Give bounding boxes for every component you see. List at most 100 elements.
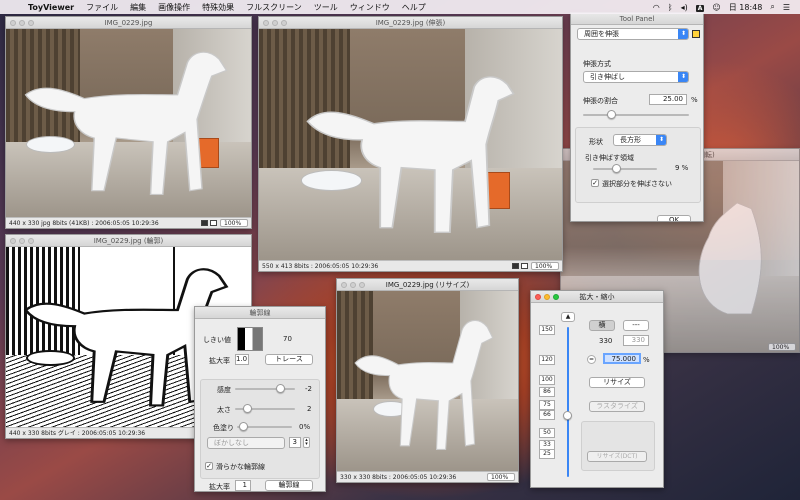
- notification-icon[interactable]: ☰: [779, 3, 794, 12]
- sensitivity-knob[interactable]: [275, 384, 285, 393]
- scale-preset-25[interactable]: 25: [539, 449, 555, 459]
- dct-resize-button[interactable]: リサイズ(DCT): [587, 451, 647, 462]
- zoom-select[interactable]: 100%: [768, 343, 796, 351]
- blur-stepper[interactable]: ▴ ▾: [303, 437, 310, 448]
- close-icon[interactable]: [263, 20, 269, 26]
- menu-image[interactable]: 画像操作: [152, 2, 196, 13]
- minimize-icon[interactable]: [19, 20, 25, 26]
- width-toggle[interactable]: 横: [589, 320, 615, 331]
- window-title[interactable]: IMG_0229.jpg: [6, 17, 251, 29]
- zoom-icon[interactable]: [28, 238, 34, 244]
- search-icon[interactable]: ⌕: [766, 2, 778, 12]
- window-controls[interactable]: [341, 282, 365, 288]
- window-controls[interactable]: [263, 20, 287, 26]
- info-icon[interactable]: [201, 220, 208, 226]
- menu-tools[interactable]: ツール: [308, 2, 344, 13]
- zoom-icon[interactable]: [28, 20, 34, 26]
- menu-fullscreen[interactable]: フルスクリーン: [240, 2, 308, 13]
- blur-popup[interactable]: ぼかしなし: [207, 437, 285, 449]
- window-title[interactable]: IMG_0229.jpg (輪郭): [6, 235, 251, 247]
- equal-button[interactable]: =: [587, 355, 596, 364]
- ok-button[interactable]: OK: [657, 215, 691, 221]
- menu-help[interactable]: ヘルプ: [396, 2, 432, 13]
- outline-button[interactable]: 輪郭線: [265, 480, 313, 491]
- window-title[interactable]: IMG_0229.jpg (リサイズ): [337, 279, 518, 291]
- zoom-select[interactable]: 100%: [220, 219, 248, 227]
- panel-title[interactable]: Tool Panel: [571, 13, 703, 25]
- area-slider[interactable]: [593, 164, 657, 173]
- minimize-icon[interactable]: [350, 282, 356, 288]
- scale-preset-75[interactable]: 75: [539, 400, 555, 410]
- zoom-icon[interactable]: [359, 282, 365, 288]
- close-icon[interactable]: [10, 238, 16, 244]
- window-stretched[interactable]: IMG_0229.jpg (伸張) 550 x 413 8bits : 2006…: [258, 16, 563, 272]
- window-title[interactable]: IMG_0229.jpg (伸張): [259, 17, 562, 29]
- thickness-knob[interactable]: [242, 404, 252, 413]
- resize-button[interactable]: リサイズ: [589, 377, 645, 388]
- ime-indicator[interactable]: A: [692, 3, 709, 12]
- menu-edit[interactable]: 編集: [124, 2, 152, 13]
- ratio-slider[interactable]: [583, 110, 689, 119]
- shape-popup[interactable]: 長方形 ⬍: [613, 134, 667, 146]
- panel-title[interactable]: 輪郭線: [195, 307, 325, 319]
- scale-preset-86[interactable]: 86: [539, 387, 555, 397]
- ratio-field[interactable]: 25.00: [649, 94, 687, 105]
- rasterize-button[interactable]: ラスタライズ: [589, 401, 645, 412]
- panel-edge[interactable]: 輪郭線 しきい値 70 拡大率 1.0 トレース 感度 -2 太さ 2 色塗り …: [194, 306, 326, 492]
- user-icon[interactable]: ☺: [708, 3, 724, 12]
- bluetooth-icon[interactable]: ᛒ: [664, 3, 677, 12]
- page-icon[interactable]: [210, 220, 217, 226]
- minimize-icon[interactable]: [544, 294, 550, 300]
- keep-selection-checkbox[interactable]: ✓: [591, 179, 599, 187]
- blur-field[interactable]: 3: [289, 437, 301, 448]
- minimize-icon[interactable]: [272, 20, 278, 26]
- ratio-knob[interactable]: [607, 110, 617, 119]
- panel-title[interactable]: 拡大・縮小: [531, 291, 663, 303]
- tool-icon[interactable]: [692, 30, 700, 38]
- ratio-field[interactable]: 75.000: [603, 353, 641, 364]
- volume-icon[interactable]: ◂): [677, 3, 692, 12]
- zoom2-field[interactable]: 1: [235, 480, 251, 491]
- window-original[interactable]: IMG_0229.jpg 440 x 330 jpg 8bits (41KB) …: [5, 16, 252, 229]
- scale-knob[interactable]: [563, 411, 572, 420]
- mode-popup[interactable]: 周囲を伸張 ⬍: [577, 28, 689, 40]
- wifi-icon[interactable]: ◠: [649, 3, 664, 12]
- height-toggle[interactable]: ---: [623, 320, 649, 331]
- info-icon[interactable]: [512, 263, 519, 269]
- scale-preset-150[interactable]: 150: [539, 325, 555, 335]
- menu-effects[interactable]: 特殊効果: [196, 2, 240, 13]
- page-icon[interactable]: [521, 263, 528, 269]
- menu-file[interactable]: ファイル: [80, 2, 124, 13]
- smooth-checkbox[interactable]: ✓: [205, 462, 213, 470]
- zoom-icon[interactable]: [553, 294, 559, 300]
- height-value[interactable]: 330: [623, 335, 649, 346]
- tool-panel[interactable]: Tool Panel 周囲を伸張 ⬍ 伸張方式 引き伸ばし ⬍ 伸張の割合 25.0…: [570, 12, 704, 222]
- zoom-select[interactable]: 100%: [487, 473, 515, 481]
- zoom-field[interactable]: 1.0: [235, 354, 249, 365]
- method-popup[interactable]: 引き伸ばし ⬍: [583, 71, 689, 83]
- scale-preset-50[interactable]: 50: [539, 428, 555, 438]
- menu-window[interactable]: ウィンドウ: [344, 2, 396, 13]
- scale-slider[interactable]: [563, 327, 572, 477]
- scale-up-button[interactable]: ▲: [561, 312, 575, 322]
- thickness-slider[interactable]: [235, 404, 295, 413]
- scale-preset-120[interactable]: 120: [539, 355, 555, 365]
- scale-preset-66[interactable]: 66: [539, 410, 555, 420]
- window-controls[interactable]: [535, 294, 559, 300]
- clock[interactable]: 日 18:48: [725, 2, 767, 13]
- close-icon[interactable]: [10, 20, 16, 26]
- panel-resize[interactable]: 拡大・縮小 ▲ 150 120 100 86 75 66 50 33 25 横 --- 330 …: [530, 290, 664, 488]
- minimize-icon[interactable]: [19, 238, 25, 244]
- window-controls[interactable]: [10, 20, 34, 26]
- sensitivity-slider[interactable]: [235, 384, 295, 393]
- close-icon[interactable]: [341, 282, 347, 288]
- scale-preset-100[interactable]: 100: [539, 375, 555, 385]
- menu-app[interactable]: ToyViewer: [22, 3, 80, 12]
- close-icon[interactable]: [535, 294, 541, 300]
- trace-button[interactable]: トレース: [265, 354, 313, 365]
- window-controls[interactable]: [10, 238, 34, 244]
- color-fill-slider[interactable]: [237, 422, 292, 431]
- zoom-icon[interactable]: [281, 20, 287, 26]
- window-resized[interactable]: IMG_0229.jpg (リサイズ) 330 x 330 8bits : 20…: [336, 278, 519, 483]
- zoom-select[interactable]: 100%: [531, 262, 559, 270]
